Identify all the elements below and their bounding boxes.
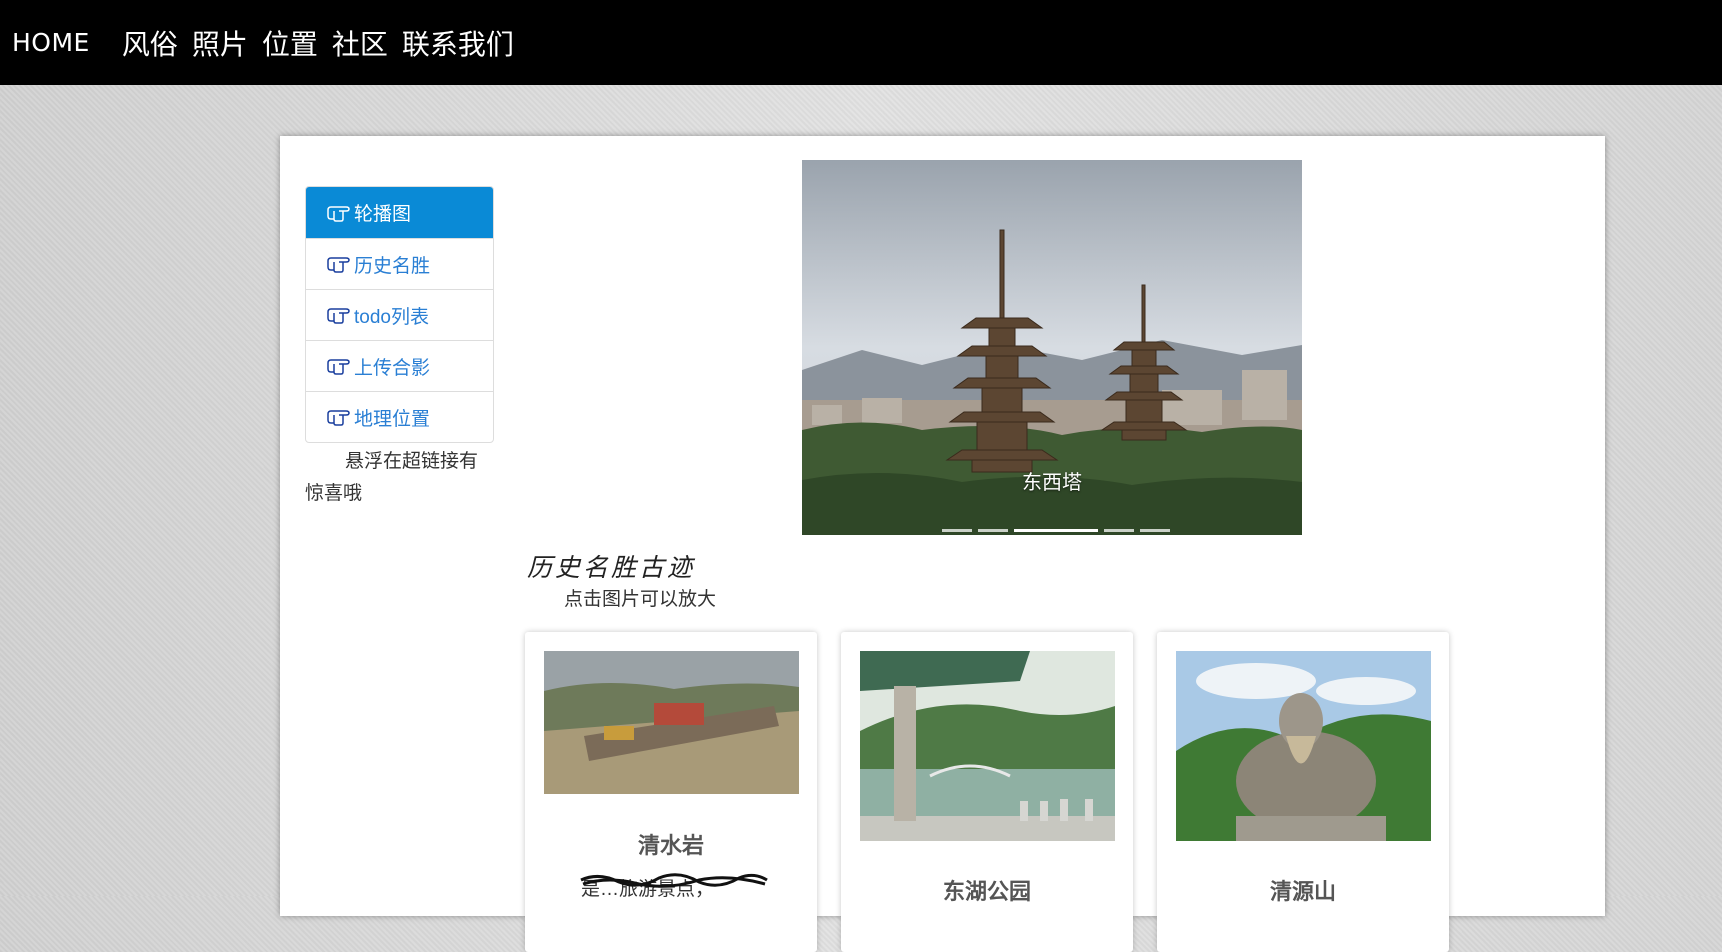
landmark-image-qingshuiyan[interactable] [544, 651, 799, 794]
sidebar-hint: 悬浮在超链接有惊喜哦 [305, 451, 479, 504]
landmark-card[interactable]: 东湖公园 [841, 632, 1133, 952]
nav-link-photos[interactable]: 照片 [192, 23, 248, 63]
pointing-hand-icon [327, 205, 350, 222]
landmark-image-donghu-park[interactable] [860, 651, 1115, 841]
nav-links: 风俗 照片 位置 社区 联系我们 [122, 23, 514, 63]
sidebar-item-carousel[interactable]: 轮播图 [306, 187, 493, 238]
landmark-title: 清水岩 [637, 833, 704, 858]
carousel-indicators [942, 529, 1170, 532]
sidebar-item-label: 历史名胜 [354, 255, 431, 277]
carousel-indicator-active[interactable] [1014, 529, 1098, 532]
sidebar-item-geo[interactable]: 地理位置 [306, 391, 493, 442]
content-panel: 轮播图 历史名胜 todo列表 上传合影 地理位置 悬浮在超链接有惊喜哦 东西塔… [280, 136, 1605, 952]
sidebar-item-upload[interactable]: 上传合影 [306, 340, 493, 391]
landmark-image-qingyuan-mountain[interactable] [1176, 651, 1431, 841]
home-link[interactable]: HOME [12, 28, 90, 57]
pointing-hand-icon [327, 410, 350, 426]
carousel-indicator[interactable] [978, 529, 1008, 532]
landmark-card[interactable]: 清水岩 是…旅游景点， [525, 632, 817, 952]
landmark-title: 清源山 [1269, 879, 1336, 904]
sidebar-item-landmarks[interactable]: 历史名胜 [306, 238, 493, 289]
nav-link-contact[interactable]: 联系我们 [402, 23, 514, 63]
redaction-scribble [580, 873, 768, 888]
carousel[interactable]: 东西塔 [802, 160, 1302, 535]
section-title: 历史名胜古迹 [527, 553, 696, 582]
pointing-hand-icon [327, 257, 350, 273]
sidebar-item-label: 轮播图 [354, 204, 412, 225]
nav-link-community[interactable]: 社区 [332, 23, 388, 63]
pointing-hand-icon [327, 308, 350, 324]
sidebar-item-label: 上传合影 [354, 357, 431, 379]
pointing-hand-icon [327, 359, 350, 375]
sidebar-item-label: todo列表 [354, 306, 429, 328]
sidebar-menu: 轮播图 历史名胜 todo列表 上传合影 地理位置 [305, 186, 494, 443]
landmark-card[interactable]: 清源山 [1157, 632, 1449, 952]
nav-link-customs[interactable]: 风俗 [122, 23, 178, 63]
sidebar-item-label: 地理位置 [354, 408, 431, 430]
carousel-caption: 东西塔 [1022, 472, 1082, 494]
landmark-title: 东湖公园 [942, 879, 1031, 904]
sidebar-item-todo[interactable]: todo列表 [306, 289, 493, 340]
section-hint: 点击图片可以放大 [564, 589, 717, 610]
nav-link-location[interactable]: 位置 [262, 23, 318, 63]
carousel-indicator[interactable] [942, 529, 972, 532]
top-navbar: HOME 风俗 照片 位置 社区 联系我们 [0, 0, 1722, 85]
carousel-indicator[interactable] [1104, 529, 1134, 532]
carousel-indicator[interactable] [1140, 529, 1170, 532]
